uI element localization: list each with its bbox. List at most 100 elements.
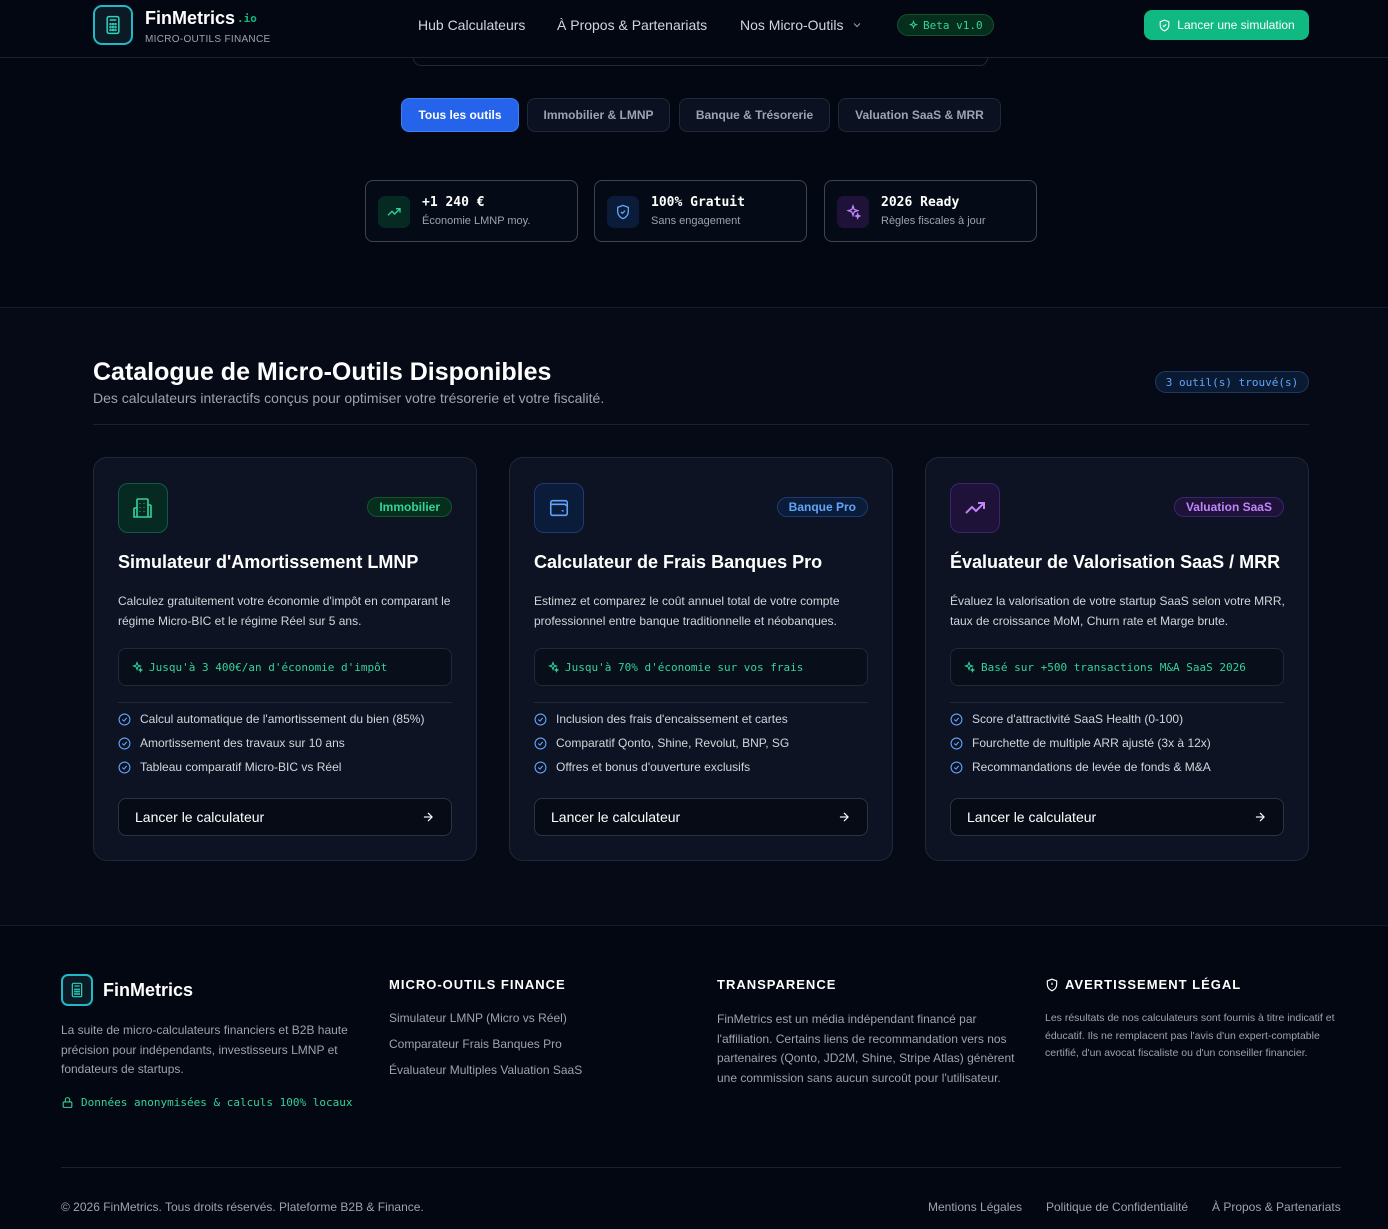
card-description: Calculez gratuitement votre économie d'i… [118,594,451,628]
footer-legal-heading: AVERTISSEMENT LÉGAL [1045,977,1241,992]
card-divider [950,702,1284,703]
calculator-logo-icon[interactable] [61,974,93,1006]
footer-brand[interactable]: FinMetrics [103,980,193,1001]
stat-label: Économie LMNP moy. [422,215,531,227]
card-divider [118,702,452,703]
nav-hub-calculateurs[interactable]: Hub Calculateurs [418,17,525,33]
tool-card-lmnp[interactable]: Immobilier Simulateur d'Amortissement LM… [93,457,477,861]
stat-label: Règles fiscales à jour [881,215,986,227]
stat-value: +1 240 € [422,195,485,210]
category-badge: Banque Pro [776,497,868,517]
building-icon [118,483,168,533]
footer-legal-text: Les résultats de nos calculateurs sont f… [1045,1012,1335,1060]
feature-item: Fourchette de multiple ARR ajusté (3x à … [950,736,1211,750]
launch-calculator-label: Lancer le calculateur [135,809,265,825]
trending-up-icon [378,196,410,228]
card-description: Évaluez la valorisation de votre startup… [950,594,1285,628]
footer-a-propos[interactable]: À Propos & Partenariats [1212,1200,1341,1214]
shield-check-icon [1159,19,1170,32]
feature-item: Amortissement des travaux sur 10 ans [118,736,345,750]
sparkles-icon [963,661,975,673]
check-circle-icon [118,737,131,749]
beta-label: Beta v1.0 [923,18,983,32]
feature-text: Calcul automatique de l'amortissement du… [140,712,425,726]
card-highlight: Jusqu'à 3 400€/an d'économie d'impôt [118,648,452,686]
card-highlight-text: Jusqu'à 70% d'économie sur vos frais [565,660,804,674]
filter-valuation-saas[interactable]: Valuation SaaS & MRR [838,98,1001,132]
sparkles-icon [837,196,869,228]
chevron-down-icon [854,23,861,28]
card-highlight-text: Jusqu'à 3 400€/an d'économie d'impôt [149,660,388,674]
launch-simulation-button[interactable]: Lancer une simulation [1144,10,1309,40]
footer-politique-confidentialite[interactable]: Politique de Confidentialité [1046,1200,1188,1214]
feature-text: Comparatif Qonto, Shine, Revolut, BNP, S… [556,736,790,750]
card-highlight: Basé sur +500 transactions M&A SaaS 2026 [950,648,1284,686]
stat-card-2026: 2026 Ready Règles fiscales à jour [824,180,1037,242]
launch-calculator-button[interactable]: Lancer le calculateur [950,798,1284,836]
launch-calculator-label: Lancer le calculateur [551,809,681,825]
tool-card-saas[interactable]: Valuation SaaS Évaluateur de Valorisatio… [925,457,1309,861]
feature-text: Amortissement des travaux sur 10 ans [140,736,345,750]
footer-link-lmnp[interactable]: Simulateur LMNP (Micro vs Réel) [389,1011,567,1025]
footer-link-saas[interactable]: Évaluateur Multiples Valuation SaaS [389,1063,582,1077]
lock-icon [62,1097,73,1108]
wallet-icon [534,483,584,533]
nav-a-propos[interactable]: À Propos & Partenariats [557,17,707,33]
nav-micro-outils-dropdown[interactable]: Nos Micro-Outils [740,17,863,33]
card-title: Évaluateur de Valorisation SaaS / MRR [950,552,1281,572]
check-circle-icon [950,737,963,749]
shield-check-icon [607,196,639,228]
footer-mentions-legales[interactable]: Mentions Légales [928,1200,1022,1214]
check-circle-icon [534,737,547,749]
section-divider [0,307,1388,308]
footer-transparency-heading: TRANSPARENCE [717,977,837,992]
catalog-title: Catalogue de Micro-Outils Disponibles [93,358,552,386]
footer-tools-heading: MICRO-OUTILS FINANCE [389,977,566,992]
nav-micro-outils-label: Nos Micro-Outils [740,17,844,33]
feature-item: Inclusion des frais d'encaissement et ca… [534,712,788,726]
launch-calculator-button[interactable]: Lancer le calculateur [118,798,452,836]
calculator-logo-icon[interactable] [93,5,133,45]
feature-text: Score d'attractivité SaaS Health (0-100) [972,712,1184,726]
search-bar-bottom-edge [413,58,988,66]
check-circle-icon [118,713,131,725]
brand-tagline: MICRO-OUTILS FINANCE [145,34,271,45]
footer-link-banques[interactable]: Comparateur Frais Banques Pro [389,1037,562,1051]
stat-card-gratuit: 100% Gratuit Sans engagement [594,180,807,242]
filter-immobilier-lmnp[interactable]: Immobilier & LMNP [527,98,670,132]
launch-simulation-label: Lancer une simulation [1177,18,1295,32]
feature-item: Recommandations de levée de fonds & M&A [950,760,1211,774]
card-title: Calculateur de Frais Banques Pro [534,552,823,572]
feature-item: Calcul automatique de l'amortissement du… [118,712,424,726]
tools-count-badge: 3 outil(s) trouvé(s) [1155,371,1309,393]
arrow-right-icon [1255,812,1265,822]
footer-secure-text: Données anonymisées & calculs 100% locau… [81,1096,353,1109]
card-description: Estimez et comparez le coût annuel total… [534,594,840,628]
filter-banque-tresorerie[interactable]: Banque & Trésorerie [679,98,830,132]
section-divider [0,925,1388,926]
stat-value: 2026 Ready [881,195,960,210]
footer-copyright: © 2026 FinMetrics. Tous droits réservés.… [61,1200,424,1214]
sparkles-icon [908,19,919,29]
feature-text: Inclusion des frais d'encaissement et ca… [556,712,788,726]
feature-text: Offres et bonus d'ouverture exclusifs [556,760,751,774]
check-circle-icon [950,713,963,725]
check-circle-icon [118,761,131,773]
brand-name[interactable]: FinMetrics [145,8,235,29]
launch-calculator-button[interactable]: Lancer le calculateur [534,798,868,836]
stat-label: Sans engagement [651,215,741,227]
tool-card-banque[interactable]: Banque Pro Calculateur de Frais Banques … [509,457,893,861]
catalog-divider [93,424,1309,425]
brand-suffix: .io [237,12,257,25]
feature-item: Tableau comparatif Micro-BIC vs Réel [118,760,341,774]
card-highlight: Jusqu'à 70% d'économie sur vos frais [534,648,868,686]
feature-item: Offres et bonus d'ouverture exclusifs [534,760,750,774]
feature-item: Comparatif Qonto, Shine, Revolut, BNP, S… [534,736,789,750]
feature-item: Score d'attractivité SaaS Health (0-100) [950,712,1183,726]
footer-about: La suite de micro-calculateurs financier… [61,1023,348,1076]
footer-divider [61,1167,1341,1168]
catalog-subtitle: Des calculateurs interactifs conçus pour… [93,390,605,406]
top-navbar: FinMetrics .io MICRO-OUTILS FINANCE Hub … [0,0,1388,58]
arrow-right-icon [423,812,433,822]
filter-tous-les-outils[interactable]: Tous les outils [401,98,519,132]
